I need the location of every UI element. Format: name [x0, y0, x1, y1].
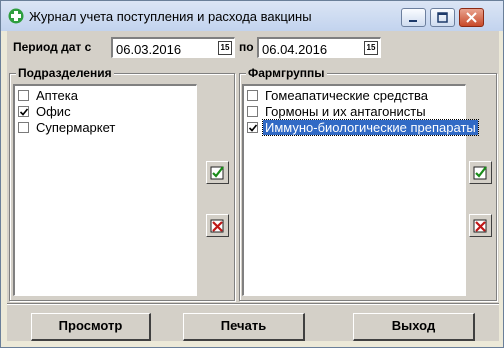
period-to-label: по [239, 40, 254, 54]
clear-all-subdivisions-button[interactable] [206, 214, 229, 237]
date-from-value: 06.03.2016 [116, 42, 182, 57]
title-bar[interactable]: Журнал учета поступления и расхода вакци… [1, 1, 503, 31]
window-title: Журнал учета поступления и расхода вакци… [29, 9, 312, 24]
minimize-button[interactable] [401, 8, 426, 27]
checkmark-icon [248, 124, 258, 132]
date-to-value: 06.04.2016 [262, 42, 328, 57]
close-icon [466, 12, 477, 23]
maximize-button[interactable] [430, 8, 455, 27]
checkbox[interactable] [18, 90, 29, 101]
uncheck-all-icon [210, 219, 224, 233]
checkbox[interactable] [247, 90, 258, 101]
check-all-icon [210, 166, 224, 180]
period-from-label: Период дат с [13, 40, 92, 54]
subdivisions-group: Подразделения Аптека Офис Супермаркет [9, 66, 235, 301]
maximize-icon [437, 12, 448, 23]
button-panel: Просмотр Печать Выход [7, 303, 499, 342]
select-all-pharmgroups-button[interactable] [469, 161, 492, 184]
checkbox[interactable] [18, 106, 29, 117]
checkbox[interactable] [247, 122, 258, 133]
print-button[interactable]: Печать [183, 313, 305, 341]
subdivisions-list[interactable]: Аптека Офис Супермаркет [13, 84, 197, 296]
checkbox[interactable] [18, 122, 29, 133]
date-from-field[interactable]: 06.03.2016 15 [111, 37, 235, 58]
date-to-field[interactable]: 06.04.2016 15 [257, 37, 381, 58]
exit-button[interactable]: Выход [353, 313, 475, 341]
check-all-icon [473, 166, 487, 180]
medical-cross-icon [8, 8, 24, 24]
pharmgroups-group: Фармгруппы Гомеапатические средства Горм… [239, 66, 497, 301]
main-window: Журнал учета поступления и расхода вакци… [0, 0, 504, 348]
close-button[interactable] [459, 8, 484, 27]
checkmark-icon [19, 108, 29, 116]
clear-all-pharmgroups-button[interactable] [469, 214, 492, 237]
calendar-icon[interactable]: 15 [218, 41, 232, 55]
view-button[interactable]: Просмотр [31, 313, 151, 341]
client-area: Период дат с 06.03.2016 15 по 06.04.2016… [7, 31, 499, 341]
checkbox[interactable] [247, 106, 258, 117]
calendar-icon[interactable]: 15 [364, 41, 378, 55]
pharmgroups-title: Фармгруппы [246, 66, 327, 80]
minimize-icon [409, 20, 417, 22]
pharmgroups-list[interactable]: Гомеапатические средства Гормоны и их ан… [242, 84, 479, 296]
subdivisions-title: Подразделения [16, 66, 114, 80]
select-all-subdivisions-button[interactable] [206, 161, 229, 184]
uncheck-all-icon [473, 219, 487, 233]
